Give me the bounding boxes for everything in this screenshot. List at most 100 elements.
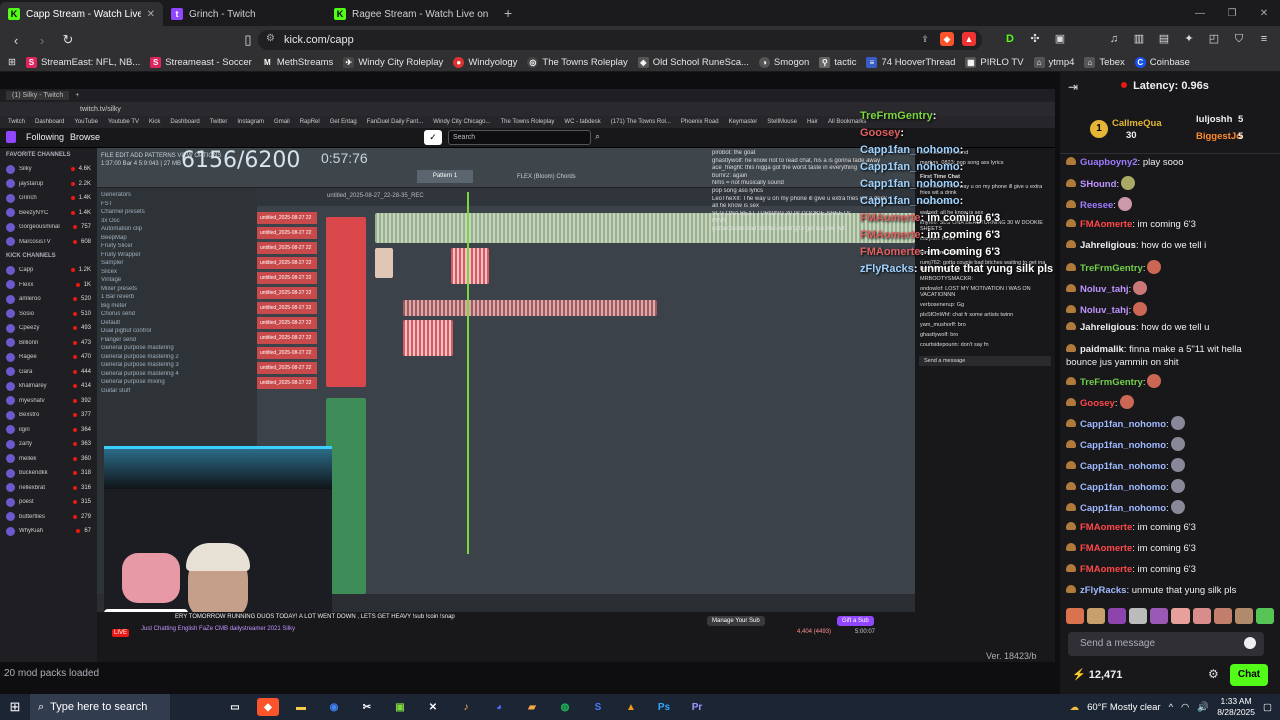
chat-username[interactable]: FMAomerte	[1080, 219, 1132, 230]
manage-sub-button[interactable]: Manage Your Sub	[707, 616, 765, 626]
chat-username[interactable]: Noluv_tahj	[1080, 305, 1129, 316]
leader-name[interactable]: luljoshh	[1196, 114, 1232, 125]
chat-username[interactable]: FMAomerte	[1080, 564, 1132, 575]
browser-item[interactable]: Default	[101, 320, 253, 329]
emote[interactable]	[1213, 608, 1232, 624]
system-clock[interactable]: 1:33 AM 8/28/2025	[1217, 696, 1255, 718]
playhead[interactable]	[467, 192, 469, 554]
leader-name[interactable]: BiggestJo	[1196, 131, 1242, 142]
extension-screen-icon[interactable]: ▣	[1052, 30, 1068, 48]
emote[interactable]	[1234, 608, 1253, 624]
photoshop-icon[interactable]: Ps	[653, 698, 675, 716]
emote[interactable]	[1171, 608, 1190, 624]
sidebar-channel[interactable]: Capp 1.2K	[0, 263, 97, 278]
sidebar-icon[interactable]: ▥	[1131, 30, 1147, 48]
emote[interactable]	[1066, 608, 1085, 624]
sidebar-channel[interactable]: BeezyNYC 1.4K	[0, 206, 97, 221]
sidebar-channel[interactable]: Flexx 1K	[0, 278, 97, 293]
browser-item[interactable]: Fruity Slicer	[101, 243, 253, 252]
browser-item[interactable]: General purpose mastering 4	[101, 371, 253, 380]
browser-item[interactable]: Slicex	[101, 269, 253, 278]
sidebar-channel[interactable]: ilgiri 364	[0, 423, 97, 438]
browse-link[interactable]: Browse	[70, 132, 100, 142]
sidebar-channel[interactable]: Billionn 473	[0, 336, 97, 351]
file-explorer-icon[interactable]: ▬	[290, 698, 312, 716]
bookmark-item[interactable]: ⚲ tactic	[819, 57, 856, 68]
sidebar-channel[interactable]: buckendkk 318	[0, 466, 97, 481]
leo-icon[interactable]: ✦	[1181, 30, 1197, 48]
following-link[interactable]: Following	[26, 132, 64, 142]
notifications-icon[interactable]: ▢	[1263, 702, 1272, 713]
tab-grinch[interactable]: t Grinch - Twitch	[163, 2, 326, 26]
audio-clip[interactable]	[451, 248, 489, 284]
vlc-icon[interactable]: ▲	[620, 698, 642, 716]
brave-shields-icon[interactable]: ◆	[940, 32, 954, 46]
emote[interactable]	[1192, 608, 1211, 624]
browser-item[interactable]: FST	[101, 201, 253, 210]
chat-username[interactable]: zFlyRacks	[1080, 585, 1126, 596]
browser-item[interactable]: Mixer presets	[101, 286, 253, 295]
chat-username[interactable]: SHound	[1080, 179, 1116, 190]
bookmark-icon[interactable]: ▯	[238, 32, 258, 48]
chat-username[interactable]: TreFrmGentry	[1080, 263, 1143, 274]
bookmark-item[interactable]: M MethStreams	[261, 57, 333, 68]
wallet-icon[interactable]: ▤	[1156, 30, 1172, 48]
media-icon[interactable]: ♫	[1106, 30, 1122, 48]
track-header[interactable]: untitled_2025-08-27 22	[257, 302, 317, 314]
chat-username[interactable]: Capp1fan_nohomo	[1080, 482, 1166, 493]
bookmark-item[interactable]: ≡ 74 HooverThread	[866, 57, 955, 68]
chat-username[interactable]: Jahreligious	[1080, 240, 1136, 251]
extensions-icon[interactable]: ◰	[1206, 30, 1222, 48]
shazam-icon[interactable]: S	[587, 698, 609, 716]
browser-item[interactable]: General purpose mixing	[101, 379, 253, 388]
bookmark-item[interactable]: ▦ PIRLO TV	[965, 57, 1024, 68]
chat-username[interactable]: Capp1fan_nohomo	[1080, 461, 1166, 472]
minimize-icon[interactable]: —	[1184, 8, 1216, 19]
chat-username[interactable]: FMAomerte	[1080, 522, 1132, 533]
browser-item[interactable]: Generators	[101, 192, 253, 201]
chat-username[interactable]: Guapboyny2	[1080, 157, 1138, 168]
audio-clip[interactable]	[403, 320, 453, 356]
url-field[interactable]: ⚙ kick.com/capp ⇪ ◆ ▲	[258, 30, 982, 50]
leader-name[interactable]: CallmeQua	[1112, 118, 1162, 129]
browser-item[interactable]: 3x Osc	[101, 218, 253, 227]
back-icon[interactable]: ‹	[6, 33, 26, 48]
sidebar-channel[interactable]: WhyKiah 67	[0, 524, 97, 539]
sidebar-channel[interactable]: Grinch 1.4K	[0, 191, 97, 206]
sidebar-channel[interactable]: nellexbrat 316	[0, 481, 97, 496]
browser-item[interactable]: Guitar stuff	[101, 388, 253, 397]
track-header[interactable]: untitled_2025-08-27 22	[257, 362, 317, 374]
browser-item[interactable]: Sampler	[101, 260, 253, 269]
bookmark-item[interactable]: ◈ Old School RuneSca...	[637, 57, 749, 68]
chat-username[interactable]: Noluv_tahj	[1080, 284, 1129, 295]
volume-icon[interactable]: 🔊	[1197, 702, 1209, 713]
browser-item[interactable]: 1 Bar reverb	[101, 294, 253, 303]
sidebar-channel[interactable]: Cpeezy 493	[0, 321, 97, 336]
x-icon[interactable]: ✕	[422, 698, 444, 716]
emote[interactable]	[1087, 608, 1106, 624]
stream-video-player[interactable]: (1) Silky - Twitch + twitch.tv/silky Twit…	[0, 89, 1055, 662]
task-view-icon[interactable]: ▭	[224, 698, 246, 716]
sidebar-channel[interactable]: Sosio 510	[0, 307, 97, 322]
sidebar-channel[interactable]: myeshatv 392	[0, 394, 97, 409]
wifi-icon[interactable]: ◠	[1181, 702, 1189, 713]
vpn-icon[interactable]: ⛉	[1231, 30, 1247, 48]
chat-username[interactable]: Capp1fan_nohomo	[1080, 503, 1166, 514]
emote[interactable]	[1150, 608, 1169, 624]
forward-icon[interactable]: ›	[32, 33, 52, 48]
premiere-icon[interactable]: Pr	[686, 698, 708, 716]
windows-start-icon[interactable]: ⊞	[0, 699, 30, 715]
chat-username[interactable]: TreFrmGentry	[1080, 377, 1143, 388]
sidebar-channel[interactable]: butterfiles 279	[0, 510, 97, 525]
sidebar-channel[interactable]: Ragee 470	[0, 350, 97, 365]
track-header[interactable]: untitled_2025-08-27 22	[257, 347, 317, 359]
sidebar-channel[interactable]: mellek 360	[0, 452, 97, 467]
taskbar-search-field[interactable]: ⌕ Type here to search	[30, 694, 170, 720]
capcut-icon[interactable]: ✂	[356, 698, 378, 716]
chat-username[interactable]: Capp1fan_nohomo	[1080, 419, 1166, 430]
sidebar-channel[interactable]: poest 315	[0, 495, 97, 510]
chrome-icon[interactable]: ◉	[323, 698, 345, 716]
emote[interactable]	[1255, 608, 1274, 624]
browser-item[interactable]: Channel presets	[101, 209, 253, 218]
emote[interactable]	[1129, 608, 1148, 624]
